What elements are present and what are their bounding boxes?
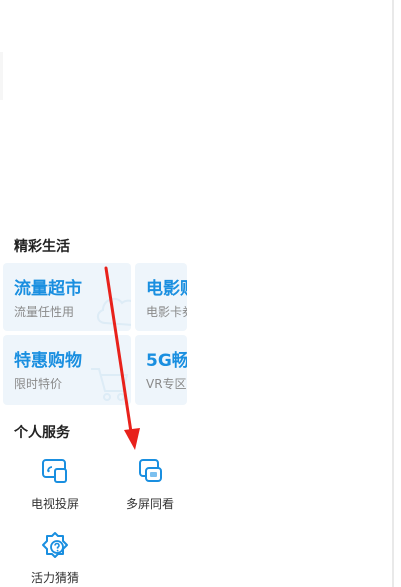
card-data-market[interactable]: 流量超市 流量任性用 [3,263,131,331]
card-5g[interactable]: 5G畅享 VR专区 [135,335,187,405]
service-tv-cast[interactable]: 电视投屏 [20,456,90,512]
screen-edge-divider [392,0,394,587]
section-title-personal: 个人服务 [14,425,70,441]
multi-screen-icon [139,459,162,482]
card-subtitle: 流量任性用 [14,305,75,319]
cloud-deco-icon [97,297,131,326]
service-multi-screen[interactable]: 多屏同看 [115,456,185,512]
service-quiz[interactable]: 活力猜猜 [20,530,90,586]
section-title-life: 精彩生活 [14,239,70,255]
faint-edge-mark [0,52,3,100]
card-subtitle: 限时特价 [14,377,63,391]
card-title: 电影购 [146,279,187,299]
shopping-cart-deco-icon [91,368,129,401]
tv-cast-icon [42,459,67,483]
card-title: 5G畅享 [146,351,187,371]
service-label: 多屏同看 [125,497,174,511]
card-title: 流量超市 [14,279,82,299]
service-label: 电视投屏 [30,497,79,511]
card-special-shopping[interactable]: 特惠购物 限时特价 [3,335,131,405]
card-subtitle: VR专区 [146,377,187,391]
question-badge-icon [42,532,68,558]
service-label: 活力猜猜 [30,571,79,585]
card-title: 特惠购物 [14,351,82,371]
card-subtitle: 电影卡券 [146,305,187,319]
card-movie[interactable]: 电影购 电影卡券 [135,263,187,331]
